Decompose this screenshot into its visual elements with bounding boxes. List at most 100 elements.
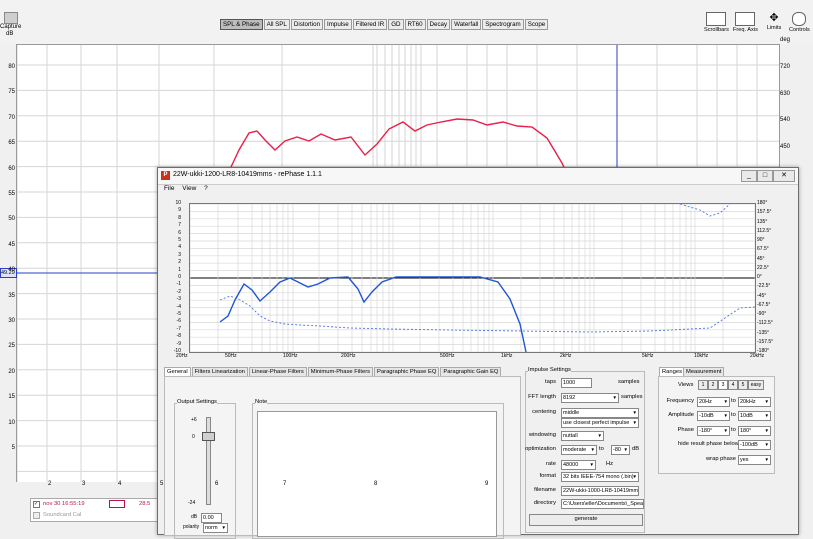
menu-view[interactable]: View <box>182 185 196 192</box>
impulse-field-input[interactable]: moderate <box>561 445 597 455</box>
scrollbars-label: Scrollbars <box>704 27 729 33</box>
rew-tab-spectrogram[interactable]: Spectrogram <box>482 19 524 30</box>
rew-tab-waterfall[interactable]: Waterfall <box>451 19 482 30</box>
generate-button[interactable]: generate <box>529 514 643 526</box>
rew-tab-all-spl[interactable]: All SPL <box>263 19 290 30</box>
maximize-button[interactable]: □ <box>757 170 773 182</box>
close-button[interactable]: ✕ <box>773 170 795 182</box>
left-axis-tick: 10 <box>8 419 15 426</box>
phase-tick: 90° <box>757 237 765 243</box>
gain-slider-track[interactable] <box>206 417 211 505</box>
left-axis-tick: 25 <box>8 343 15 350</box>
rephase-response-plot[interactable] <box>189 203 756 353</box>
impulse-field-input[interactable]: nuttall <box>561 431 604 441</box>
x-axis-tick: 9 <box>485 481 489 487</box>
range-from-select[interactable]: -180° <box>697 426 730 436</box>
rew-tab-gd[interactable]: GD <box>388 19 404 30</box>
range-from-select[interactable]: -10dB <box>697 411 730 421</box>
range-to-select[interactable]: 180° <box>738 426 771 436</box>
view-button-easy[interactable]: easy <box>748 380 764 390</box>
range-to-select[interactable]: 10dB <box>738 411 771 421</box>
impulse-field-unit: dB <box>632 446 640 452</box>
impulse-field-input[interactable]: C:\Users\eller\Documents\_Spea <box>561 499 644 509</box>
impulse-field-input[interactable]: 32 bits IEEE-754 mono (.bin) <box>561 472 639 482</box>
view-button-4[interactable]: 4 <box>728 380 738 390</box>
phase-tick: 45° <box>757 255 765 262</box>
gain-slider-handle[interactable] <box>202 432 215 441</box>
impulse-field-input[interactable]: -80 <box>611 445 630 455</box>
amplitude-tick: -1 <box>176 281 181 288</box>
tab-filters-linearization[interactable]: Filters Linearization <box>191 367 248 376</box>
tab-ranges[interactable]: Ranges <box>659 367 685 376</box>
controls-label: Controls <box>789 27 810 33</box>
minimize-button[interactable]: _ <box>741 170 757 182</box>
limits-tool[interactable]: ✥ Limits <box>765 12 783 31</box>
rew-tab-rt60[interactable]: RT60 <box>404 19 426 30</box>
polarity-select[interactable]: norm <box>203 523 228 533</box>
range-to-select[interactable]: 20kHz <box>738 397 771 407</box>
legend-entry-1[interactable]: nov 30 16:55:19 <box>43 501 85 507</box>
menu-help[interactable]: ? <box>204 185 208 192</box>
rew-tab-distortion[interactable]: Distortion <box>290 19 324 30</box>
tab-linear-phase-filters[interactable]: Linear-Phase Filters <box>248 367 307 376</box>
phase-tick: -67.5° <box>757 301 771 308</box>
amplitude-tick: -6 <box>176 318 181 325</box>
capture-icon[interactable] <box>4 12 18 24</box>
rew-tab-scope[interactable]: Scope <box>524 19 549 30</box>
phase-tick: -112.5° <box>757 320 773 327</box>
gain-db-input[interactable]: 0.00 <box>201 513 222 523</box>
view-button-1[interactable]: 1 <box>698 380 708 390</box>
rew-tab-decay[interactable]: Decay <box>426 19 451 30</box>
range-label: Amplitude <box>668 412 694 418</box>
tab-paragraphic-phase-eq[interactable]: Paragraphic Phase EQ <box>374 367 440 376</box>
db-label: dB <box>191 514 198 520</box>
legend-checkbox-1[interactable]: ✓ <box>33 501 40 508</box>
rew-tab-filtered-ir[interactable]: Filtered IR <box>352 19 388 30</box>
amplitude-tick: 5 <box>178 237 181 243</box>
phase-tick: -45° <box>757 292 767 299</box>
tab-general[interactable]: General <box>164 367 191 376</box>
note-textarea[interactable] <box>257 411 497 537</box>
impulse-field-label: rate <box>546 461 556 467</box>
impulse-field-label: windowing <box>528 432 556 438</box>
freq-axis-tool[interactable]: Freq. Axis <box>733 12 758 33</box>
wrap-phase-select[interactable]: yes <box>738 455 771 465</box>
frequency-tick: 200Hz <box>341 353 356 359</box>
impulse-field-input[interactable]: middle <box>561 408 639 418</box>
range-from-select[interactable]: 20Hz <box>697 397 730 407</box>
view-button-2[interactable]: 2 <box>708 380 718 390</box>
left-axis-tick: 65 <box>8 140 15 147</box>
tab-measurement[interactable]: Measurement <box>683 367 725 376</box>
frequency-tick: 20kHz <box>750 353 765 359</box>
controls-tool[interactable]: Controls <box>789 12 810 33</box>
legend-checkbox-2[interactable] <box>33 512 40 519</box>
impulse-field-input[interactable]: use closest perfect impulse <box>561 418 639 428</box>
impulse-field-input[interactable]: 1000 <box>561 378 592 388</box>
phase-tick: 112.5° <box>757 227 772 234</box>
left-axis-tick: 70 <box>8 114 15 121</box>
tab-paragraphic-gain-eq[interactable]: Paragraphic Gain EQ <box>440 367 502 376</box>
view-button-3[interactable]: 3 <box>718 380 728 390</box>
impulse-field-input[interactable]: 48000 <box>561 460 596 470</box>
left-axis-tick: 30 <box>8 318 15 324</box>
impulse-field-input[interactable]: 8192 <box>561 393 619 403</box>
phase-tick: 67.5° <box>757 246 769 253</box>
rew-tab-impulse[interactable]: Impulse <box>324 19 352 30</box>
capture-label[interactable]: Capture <box>0 24 21 31</box>
menu-file[interactable]: File <box>164 185 174 192</box>
hide-phase-select[interactable]: -100dB <box>738 440 771 450</box>
phase-tick: -157.5° <box>757 338 774 345</box>
rew-tab-spl-phase[interactable]: SPL & Phase <box>220 19 263 30</box>
amplitude-tick: -3 <box>176 296 181 303</box>
impulse-field-input[interactable]: 22W-ukki-1000-LR8-10419mms <box>561 486 639 496</box>
legend-entry-2[interactable]: Soundcard Cal <box>43 512 81 518</box>
rephase-window: P 22W-ukki-1200-LR8-10419mms - rePhase 1… <box>157 167 799 539</box>
gain-scale-top: +6 <box>191 417 197 423</box>
legend-entry-1-value: 28.5 <box>139 501 151 507</box>
freq-axis-label: Freq. Axis <box>733 27 758 33</box>
view-button-5[interactable]: 5 <box>738 380 748 390</box>
phase-tick: 135° <box>757 218 768 225</box>
frequency-tick: 100Hz <box>283 353 298 359</box>
tab-minimum-phase-filters[interactable]: Minimum-Phase Filters <box>307 367 374 376</box>
scrollbars-tool[interactable]: Scrollbars <box>704 12 729 33</box>
